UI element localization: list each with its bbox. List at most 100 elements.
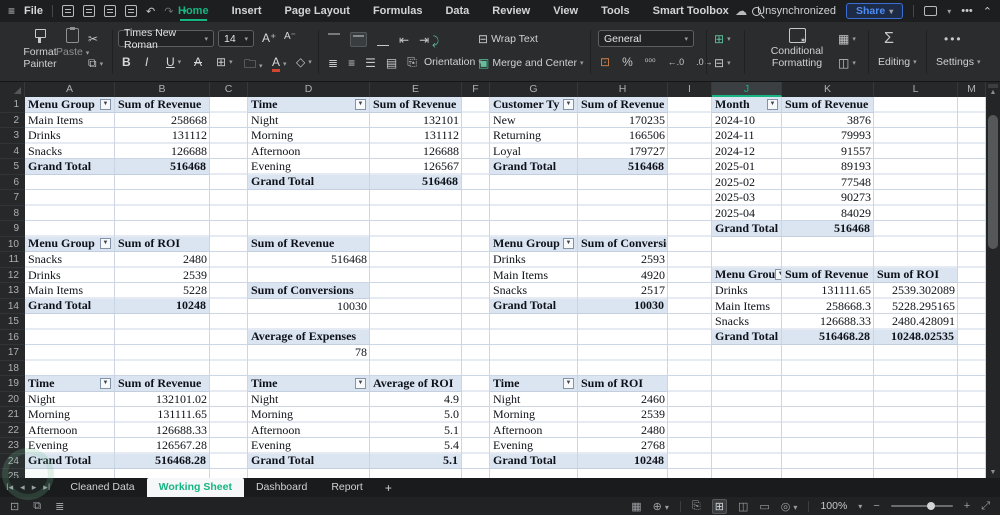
- cell-E23[interactable]: 5.4: [370, 438, 462, 454]
- menu-tab-page-layout[interactable]: Page Layout: [285, 0, 350, 22]
- number-format-group[interactable]: ⊡% ⁰⁰⁰ ←.0.0→: [600, 55, 713, 69]
- add-sheet-button[interactable]: +: [375, 481, 402, 495]
- split-handle[interactable]: [988, 84, 998, 88]
- cell-K4[interactable]: 91557: [782, 144, 874, 160]
- cell-B24[interactable]: 516468.28: [115, 453, 210, 469]
- cell-J8[interactable]: 2025-04: [712, 206, 782, 222]
- cell-H10[interactable]: Sum of Conversions: [578, 236, 668, 252]
- switch-window-caret-icon[interactable]: ▾: [947, 7, 951, 16]
- cell-E3[interactable]: 131112: [370, 128, 462, 144]
- column-header-A[interactable]: A: [25, 82, 115, 97]
- cell-D23[interactable]: Evening: [248, 438, 370, 454]
- reading-layout-icon[interactable]: ⎘: [692, 500, 701, 513]
- row-header-18[interactable]: 18: [0, 361, 25, 376]
- cell-K1[interactable]: Sum of Revenue: [782, 97, 874, 113]
- cell-H24[interactable]: 10248: [578, 453, 668, 469]
- borders-button[interactable]: ⊞ ▾: [216, 55, 233, 69]
- cell-E19[interactable]: Average of ROI: [370, 376, 462, 392]
- paste-button[interactable]: Paste ▾: [56, 27, 89, 58]
- cell-J7[interactable]: 2025-03: [712, 190, 782, 206]
- cell-K16[interactable]: 516468.28: [782, 329, 874, 345]
- row-header-12[interactable]: 12: [0, 268, 25, 283]
- font-color-button[interactable]: A ▾: [272, 55, 287, 72]
- table-tools-icon[interactable]: ▦: [631, 500, 641, 513]
- zoom-level[interactable]: 100%: [820, 500, 847, 512]
- cell-G10[interactable]: Menu Group ▼: [490, 236, 578, 252]
- macro-record-icon[interactable]: ⊡: [10, 500, 19, 513]
- more-options-icon[interactable]: •••: [961, 5, 973, 17]
- cell-H3[interactable]: 166506: [578, 128, 668, 144]
- sum-icon[interactable]: Σ: [884, 30, 894, 48]
- row-header-3[interactable]: 3: [0, 128, 25, 144]
- conditional-formatting-button[interactable]: Conditional Formatting: [764, 28, 830, 69]
- row-header-20[interactable]: 20: [0, 392, 25, 407]
- row-header-24[interactable]: 24: [0, 454, 25, 469]
- page-break-view-icon[interactable]: ◫: [738, 500, 748, 513]
- italic-button[interactable]: I: [145, 55, 148, 69]
- cell-A11[interactable]: Snacks: [25, 252, 115, 268]
- cell-K6[interactable]: 77548: [782, 175, 874, 191]
- row-header-19[interactable]: 19: [0, 376, 25, 392]
- column-header-D[interactable]: D: [248, 82, 370, 97]
- row-header-6[interactable]: 6: [0, 175, 25, 190]
- cell-G19[interactable]: Time ▼: [490, 376, 578, 392]
- undo-icon[interactable]: ↶: [146, 5, 155, 18]
- column-header-H[interactable]: H: [578, 82, 668, 97]
- row-header-9[interactable]: 9: [0, 221, 25, 237]
- cell-D13[interactable]: Sum of Conversions: [248, 283, 370, 299]
- cell-J15[interactable]: Snacks: [712, 314, 782, 330]
- orientation-button[interactable]: Orientation ▾: [424, 56, 482, 68]
- cell-K14[interactable]: 258668.3: [782, 299, 874, 315]
- row-header-8[interactable]: 8: [0, 206, 25, 221]
- row-header-15[interactable]: 15: [0, 314, 25, 330]
- cell-J4[interactable]: 2024-12: [712, 144, 782, 160]
- insert-cells-button[interactable]: ⊞ ▾: [714, 32, 731, 46]
- cell-H5[interactable]: 516468: [578, 159, 668, 175]
- print-icon[interactable]: [103, 5, 116, 17]
- scroll-up-icon[interactable]: ▲: [986, 89, 1000, 96]
- cell-J14[interactable]: Main Items: [712, 299, 782, 315]
- cell-A5[interactable]: Grand Total: [25, 159, 115, 175]
- cell-J16[interactable]: Grand Total: [712, 329, 782, 345]
- cell-B19[interactable]: Sum of Revenue: [115, 376, 210, 392]
- cell-J5[interactable]: 2025-01: [712, 159, 782, 175]
- pivot-filter-icon[interactable]: ▼: [563, 238, 574, 250]
- cell-L13[interactable]: 2539.302089: [874, 283, 958, 299]
- normal-view-icon[interactable]: ⊞: [711, 498, 727, 514]
- menu-tab-insert[interactable]: Insert: [232, 0, 262, 22]
- cell-B3[interactable]: 131112: [115, 128, 210, 144]
- horizontal-align-group[interactable]: ≣ ≡ ☰ ▤ ⎘: [328, 55, 417, 70]
- column-header-I[interactable]: I: [668, 82, 712, 97]
- pivot-filter-icon[interactable]: ▼: [563, 98, 574, 110]
- accessibility-check-icon[interactable]: ⧉: [33, 500, 41, 513]
- sheet-tab-working-sheet[interactable]: Working Sheet: [146, 478, 244, 497]
- cell-J3[interactable]: 2024-11: [712, 128, 782, 144]
- cell-B11[interactable]: 2480: [115, 252, 210, 268]
- cell-J13[interactable]: Drinks: [712, 283, 782, 299]
- cell-B5[interactable]: 516468: [115, 159, 210, 175]
- cell-K13[interactable]: 131111.65: [782, 283, 874, 299]
- cell-D2[interactable]: Night: [248, 113, 370, 129]
- select-all-corner[interactable]: [0, 82, 25, 97]
- delete-cells-button[interactable]: ⊟ ▾: [714, 56, 731, 70]
- cell-D1[interactable]: Time ▼: [248, 97, 370, 113]
- scroll-down-icon[interactable]: ▼: [986, 469, 1000, 476]
- cell-E2[interactable]: 132101: [370, 113, 462, 129]
- cell-K9[interactable]: 516468: [782, 221, 874, 237]
- cell-J9[interactable]: Grand Total: [712, 221, 782, 237]
- cell-G24[interactable]: Grand Total: [490, 453, 578, 469]
- font-size-select[interactable]: 14 ▾: [218, 30, 254, 47]
- cell-D22[interactable]: Afternoon: [248, 423, 370, 439]
- cell-G21[interactable]: Morning: [490, 407, 578, 423]
- fit-screen-icon[interactable]: ⤢: [981, 500, 990, 513]
- cell-B1[interactable]: Sum of Revenue: [115, 97, 210, 113]
- hamburger-menu-icon[interactable]: ≡: [8, 4, 15, 18]
- cell-D24[interactable]: Grand Total: [248, 453, 370, 469]
- pivot-filter-icon[interactable]: ▼: [100, 377, 111, 389]
- column-header-E[interactable]: E: [370, 82, 462, 97]
- first-sheet-icon[interactable]: Ⅰ◂: [6, 482, 13, 493]
- copy-button[interactable]: ⧉ ▾: [88, 56, 103, 71]
- row-header-7[interactable]: 7: [0, 190, 25, 206]
- column-header-K[interactable]: K: [782, 82, 874, 97]
- cell-E24[interactable]: 5.1: [370, 453, 462, 469]
